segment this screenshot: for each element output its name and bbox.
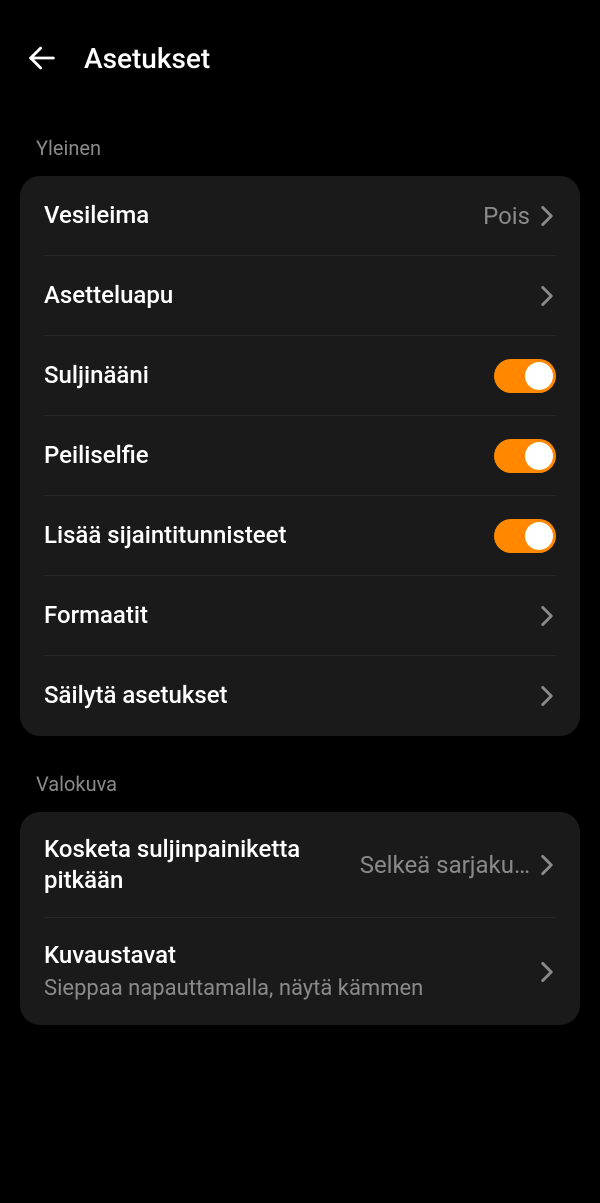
chevron-right-icon [538,602,556,630]
chevron-right-icon [538,202,556,230]
row-title-formats: Formaatit [44,600,538,631]
row-title-shutter-sound: Suljinääni [44,360,494,391]
section-label-photo: Valokuva [0,736,600,812]
row-title-long-press-shutter: Kosketa suljinpainiketta pitkään [44,834,360,896]
row-long-press-shutter[interactable]: Kosketa suljinpainiketta pitkään Selkeä … [20,812,580,918]
row-watermark[interactable]: Vesileima Pois [20,176,580,256]
chevron-right-icon [538,682,556,710]
row-shutter-sound: Suljinääni [20,336,580,416]
toggle-mirror-selfie[interactable] [494,439,556,473]
row-title-location-tags: Lisää sijaintitunnisteet [44,520,494,551]
row-title-watermark: Vesileima [44,200,483,231]
row-value-long-press-shutter: Selkeä sarjaku… [360,850,530,881]
toggle-location-tags[interactable] [494,519,556,553]
row-subtitle-capture-methods: Sieppaa napauttamalla, näytä kämmen [44,974,538,1004]
group-photo: Kosketa suljinpainiketta pitkään Selkeä … [20,812,580,1025]
row-mirror-selfie: Peiliselfie [20,416,580,496]
section-label-general: Yleinen [0,100,600,176]
row-capture-methods[interactable]: Kuvaustavat Sieppaa napauttamalla, näytä… [20,918,580,1025]
back-button[interactable] [24,40,60,76]
row-value-watermark: Pois [483,202,530,230]
page-title: Asetukset [84,42,210,75]
group-general: Vesileima Pois Asetteluapu Suljinääni Pe… [20,176,580,736]
toggle-shutter-sound[interactable] [494,359,556,393]
row-title-capture-methods: Kuvaustavat [44,940,538,971]
row-formats[interactable]: Formaatit [20,576,580,656]
row-title-retain-settings: Säilytä asetukset [44,680,538,711]
back-arrow-icon [25,41,59,75]
row-title-composition-guide: Asetteluapu [44,280,538,311]
row-location-tags: Lisää sijaintitunnisteet [20,496,580,576]
row-composition-guide[interactable]: Asetteluapu [20,256,580,336]
row-title-mirror-selfie: Peiliselfie [44,440,494,471]
chevron-right-icon [538,851,556,879]
chevron-right-icon [538,958,556,986]
chevron-right-icon [538,282,556,310]
row-retain-settings[interactable]: Säilytä asetukset [20,656,580,736]
